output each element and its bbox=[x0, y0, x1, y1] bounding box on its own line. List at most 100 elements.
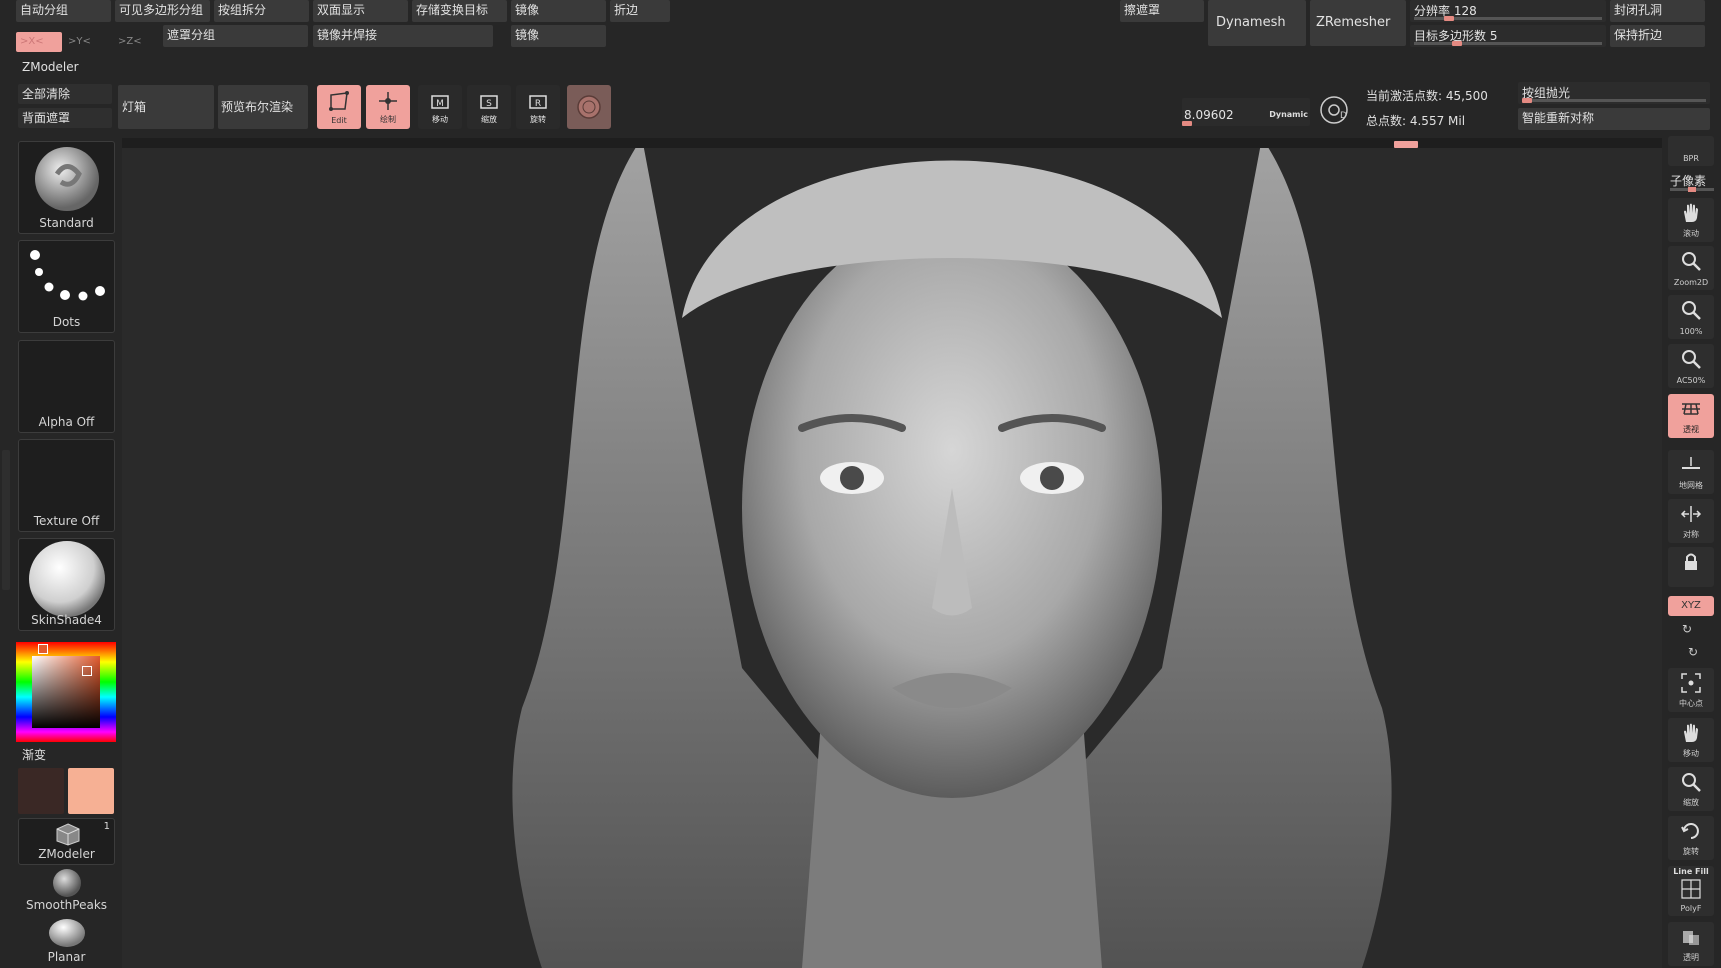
axis-z-button[interactable]: >Z< bbox=[118, 36, 142, 47]
lock-icon bbox=[1685, 553, 1697, 570]
split-by-group-button[interactable]: 按组拆分 bbox=[214, 0, 309, 22]
symmetry-button[interactable]: 对称 bbox=[1668, 499, 1714, 543]
zoom2d-button[interactable]: Zoom2D bbox=[1668, 246, 1714, 290]
bpr-button[interactable]: BPR bbox=[1668, 136, 1714, 166]
svg-text:M: M bbox=[436, 99, 444, 109]
mirror-2-button[interactable]: 镜像 bbox=[511, 25, 606, 47]
rotate-hand-icon bbox=[1681, 823, 1699, 839]
axis-y-button[interactable]: >Y< bbox=[68, 36, 91, 47]
rotate-icon: R bbox=[529, 95, 547, 109]
rotate-z-icon[interactable]: ↻ bbox=[1688, 645, 1698, 659]
close-holes-button[interactable]: 封闭孔洞 bbox=[1610, 0, 1705, 22]
tool-zmodeler[interactable]: 1 ZModeler bbox=[18, 818, 115, 865]
smoothpeaks-ball-icon bbox=[53, 869, 81, 897]
move-icon: M bbox=[431, 95, 449, 109]
brush-selector[interactable]: Standard bbox=[18, 141, 115, 234]
actual-size-button[interactable]: 100% bbox=[1668, 295, 1714, 339]
focal-shift-slider[interactable]: 8.09602 Dynamic bbox=[1182, 98, 1310, 126]
perspective-label: 透视 bbox=[1683, 425, 1699, 434]
timeline-track[interactable] bbox=[122, 138, 1662, 148]
gradient-label: 渐变 bbox=[22, 748, 47, 762]
move-button[interactable]: M 移动 bbox=[418, 85, 462, 129]
move-label: 移动 bbox=[432, 115, 448, 124]
frame-label: 中心点 bbox=[1679, 699, 1703, 708]
zoom-view-button[interactable]: 缩放 bbox=[1668, 767, 1714, 811]
draw-button[interactable]: 绘制 bbox=[366, 85, 410, 129]
polish-group-slider[interactable]: 按组抛光 bbox=[1518, 82, 1710, 104]
frame-button[interactable]: 中心点 bbox=[1668, 668, 1714, 712]
tool-count: 1 bbox=[103, 821, 110, 832]
symmetry-arrows-icon bbox=[1680, 506, 1702, 522]
store-morph-target-button[interactable]: 存储变换目标 bbox=[412, 0, 507, 22]
rotate-button[interactable]: R 旋转 bbox=[516, 85, 560, 129]
mirror-weld-button[interactable]: 镜像并焊接 bbox=[313, 25, 493, 47]
zremesher-button[interactable]: ZRemesher bbox=[1310, 0, 1406, 46]
material-selector[interactable]: SkinShade4 bbox=[18, 538, 115, 631]
crease-button[interactable]: 折边 bbox=[610, 0, 670, 22]
subpixel-slider[interactable] bbox=[1670, 187, 1714, 192]
viewport-canvas[interactable] bbox=[122, 138, 1662, 968]
edit-button[interactable]: Edit bbox=[317, 85, 361, 129]
dynamic-persp-button[interactable]: D bbox=[1316, 92, 1356, 132]
scroll-button[interactable]: 滚动 bbox=[1668, 198, 1714, 242]
floor-grid-button[interactable]: 地网格 bbox=[1668, 450, 1714, 494]
svg-text:S: S bbox=[486, 99, 492, 109]
move-view-button[interactable]: 移动 bbox=[1668, 718, 1714, 762]
stroke-name: Dots bbox=[52, 315, 81, 329]
color-picker[interactable] bbox=[16, 642, 116, 742]
tool-smoothpeaks[interactable]: SmoothPeaks bbox=[18, 866, 115, 914]
bpr-preview-button[interactable]: 预览布尔渲染 bbox=[218, 85, 308, 129]
tool-planar-name: Planar bbox=[47, 950, 86, 964]
rotate-label: 旋转 bbox=[530, 115, 546, 124]
axis-x-button[interactable]: >X< bbox=[16, 32, 62, 52]
main-color-swatch[interactable] bbox=[68, 768, 114, 814]
mask-partial-button[interactable]: 擦遮罩 bbox=[1120, 0, 1204, 22]
mirror-button[interactable]: 镜像 bbox=[511, 0, 606, 22]
texture-selector[interactable]: Texture Off bbox=[18, 439, 115, 532]
scale-button[interactable]: S 缩放 bbox=[467, 85, 511, 129]
left-tray-handle[interactable] bbox=[2, 450, 10, 590]
polyframe-label: PolyF bbox=[1680, 904, 1702, 913]
linefill-label: Line Fill bbox=[1673, 867, 1709, 876]
lock-camera-button[interactable] bbox=[1668, 547, 1714, 587]
tool-planar[interactable]: Planar bbox=[18, 915, 115, 965]
secondary-color-swatch[interactable] bbox=[18, 768, 64, 814]
target-poly-slider[interactable]: 目标多边形数 5 bbox=[1410, 25, 1606, 47]
move-view-label: 移动 bbox=[1683, 749, 1699, 758]
edit-label: Edit bbox=[331, 116, 347, 125]
lightbox-button[interactable]: 灯箱 bbox=[118, 85, 214, 129]
color-marker[interactable] bbox=[82, 666, 92, 676]
rotate-y-icon[interactable]: ↻ bbox=[1682, 622, 1692, 636]
draw-label: 绘制 bbox=[380, 115, 396, 124]
mask-group-button[interactable]: 遮罩分组 bbox=[163, 25, 308, 47]
resolution-slider[interactable]: 分辨率 128 bbox=[1410, 0, 1606, 22]
transparent-button[interactable]: 透明 bbox=[1668, 922, 1714, 966]
dynamesh-button[interactable]: Dynamesh bbox=[1208, 0, 1306, 46]
timeline-marker[interactable] bbox=[1394, 141, 1418, 148]
visible-poly-group-button[interactable]: 可见多边形分组 bbox=[115, 0, 210, 22]
edit-icon bbox=[329, 91, 349, 111]
magnifier-ac-icon bbox=[1682, 350, 1701, 369]
smart-resym-button[interactable]: 智能重新对称 bbox=[1518, 108, 1710, 130]
antialiased-half-button[interactable]: AC50% bbox=[1668, 344, 1714, 388]
xyz-rotate-button[interactable]: XYZ bbox=[1668, 596, 1714, 616]
clear-all-button[interactable]: 全部清除 bbox=[18, 84, 112, 104]
cube-icon bbox=[56, 823, 80, 846]
double-sided-button[interactable]: 双面显示 bbox=[313, 0, 408, 22]
polyframe-button[interactable]: Line Fill PolyF bbox=[1668, 866, 1714, 916]
zoom-view-label: 缩放 bbox=[1683, 798, 1699, 807]
material-name: SkinShade4 bbox=[31, 613, 102, 627]
hue-marker[interactable] bbox=[38, 644, 48, 654]
svg-text:D: D bbox=[1340, 111, 1347, 121]
keep-crease-button[interactable]: 保持折边 bbox=[1610, 25, 1705, 47]
perspective-button[interactable]: 透视 bbox=[1668, 394, 1714, 438]
alpha-selector[interactable]: Alpha Off bbox=[18, 340, 115, 433]
rotate-view-button[interactable]: 旋转 bbox=[1668, 816, 1714, 860]
stroke-selector[interactable]: Dots bbox=[18, 240, 115, 333]
palette-title: ZModeler bbox=[22, 60, 79, 74]
transparent-label: 透明 bbox=[1683, 953, 1699, 962]
back-mask-button[interactable]: 背面遮罩 bbox=[18, 108, 112, 128]
auto-group-button[interactable]: 自动分组 bbox=[16, 0, 111, 22]
polyframe-grid-icon bbox=[1681, 879, 1701, 899]
material-sphere-button[interactable] bbox=[567, 85, 611, 129]
